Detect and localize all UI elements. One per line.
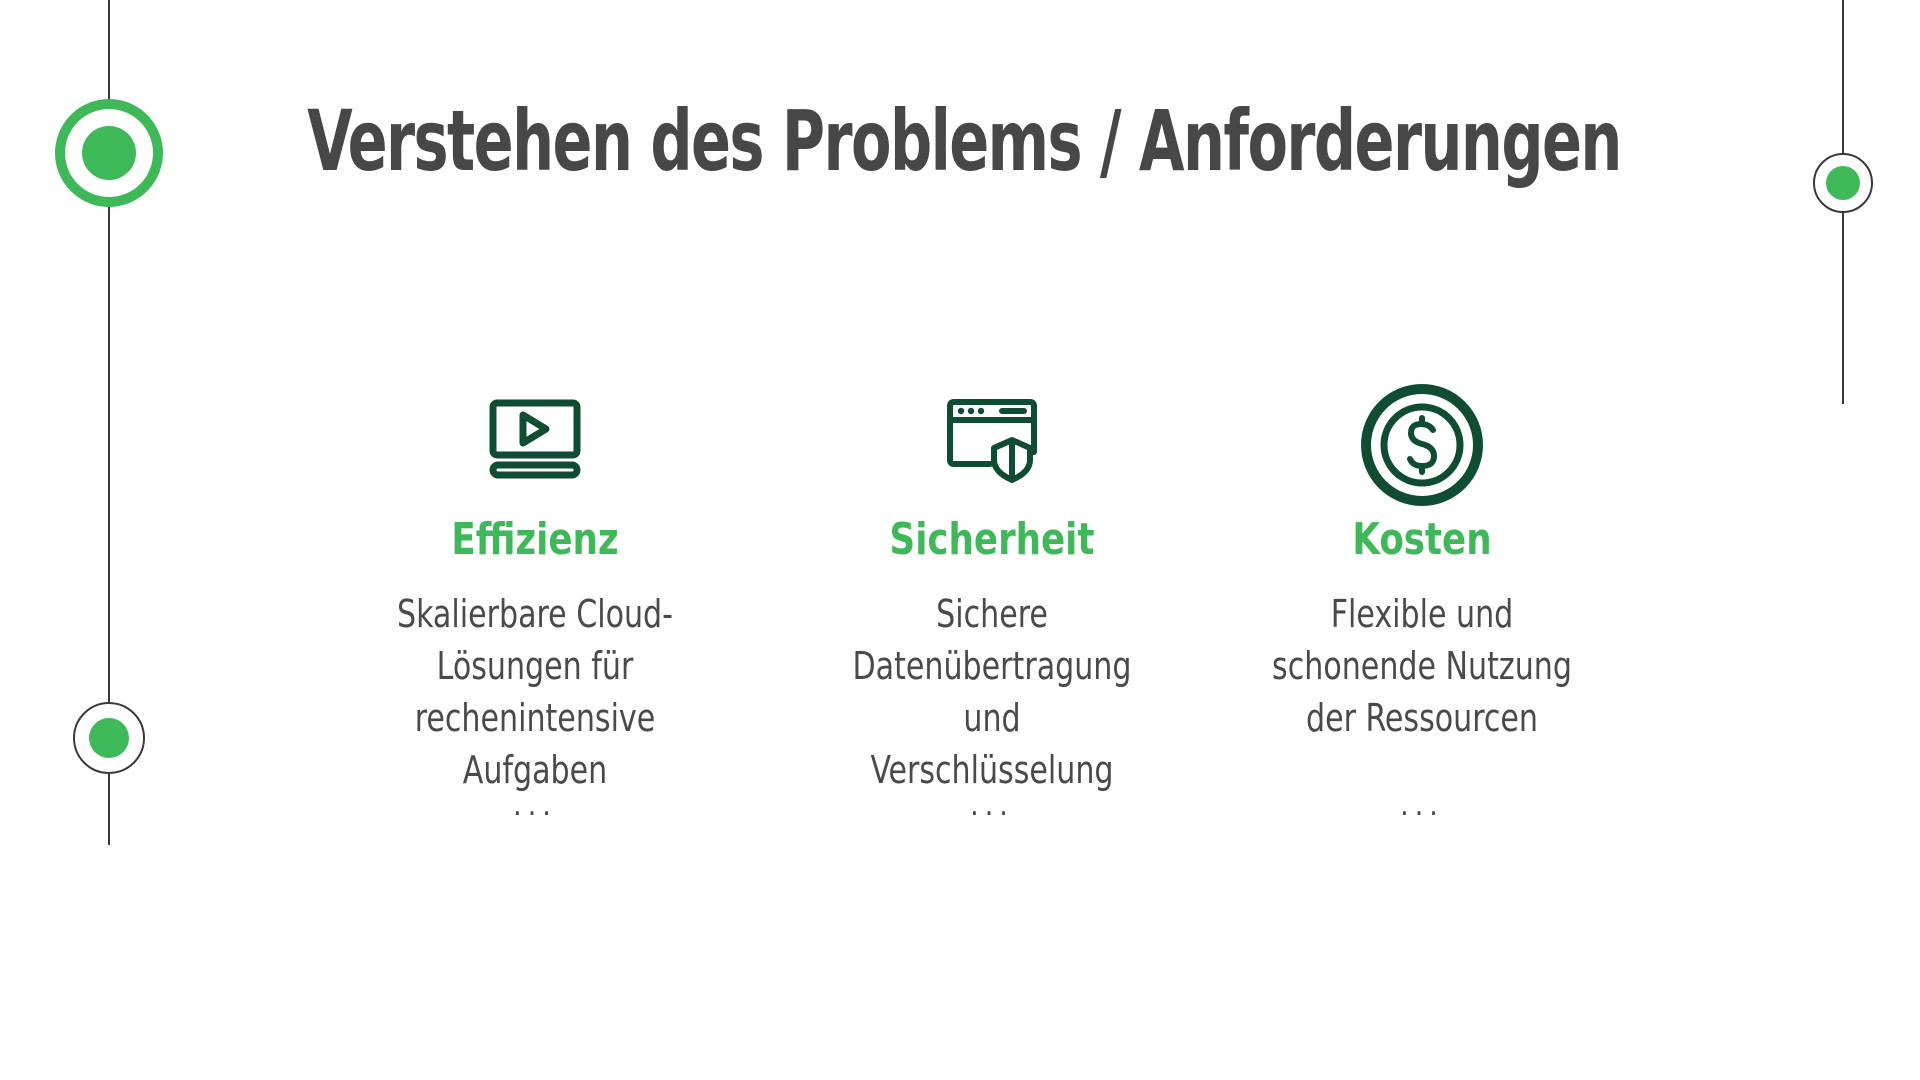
desc-line: und <box>963 696 1021 740</box>
left-top-dot <box>82 126 136 180</box>
card-efficiency: Effizienz Skalierbare Cloud- Lösungen fü… <box>335 380 735 823</box>
card-heading: Effizienz <box>451 514 619 565</box>
slide-title: Verstehen des Problems / Anforderungen <box>307 92 1622 190</box>
card-costs: Kosten Flexible und schonende Nutzung de… <box>1222 380 1622 823</box>
desc-line: schonende Nutzung <box>1272 644 1572 688</box>
desc-line: Skalierbare Cloud- <box>396 592 674 636</box>
card-heading: Kosten <box>1352 514 1492 565</box>
presentation-slide: Verstehen des Problems / Anforderungen E… <box>0 0 1920 1080</box>
ellipsis: ... <box>970 788 1014 823</box>
desc-line: Aufgaben <box>462 748 608 792</box>
card-heading: Sicherheit <box>889 514 1095 565</box>
desc-line: Lösungen für <box>436 644 634 688</box>
desc-line: rechenintensive <box>414 696 656 740</box>
desc-line: der Ressourcen <box>1305 696 1539 740</box>
card-description: Sichere Datenübertragung und Verschlüsse… <box>816 588 1168 796</box>
desc-line: Datenübertragung <box>852 644 1132 688</box>
card-description: Flexible und schonende Nutzung der Resso… <box>1246 588 1598 744</box>
desc-line: Sichere <box>936 592 1048 636</box>
left-bottom-dot <box>89 718 129 758</box>
desc-line: Verschlüsselung <box>870 748 1114 792</box>
desc-line: Flexible und <box>1330 592 1514 636</box>
right-dot <box>1826 166 1860 200</box>
card-description: Skalierbare Cloud- Lösungen für rechenin… <box>359 588 711 796</box>
dollar-coin-icon <box>1361 384 1483 506</box>
card-security: Sicherheit Sichere Datenübertragung und … <box>792 380 1192 823</box>
monitor-play-icon <box>489 399 581 479</box>
browser-shield-icon <box>947 399 1037 483</box>
ellipsis: ... <box>513 788 557 823</box>
ellipsis: ... <box>1400 788 1444 823</box>
